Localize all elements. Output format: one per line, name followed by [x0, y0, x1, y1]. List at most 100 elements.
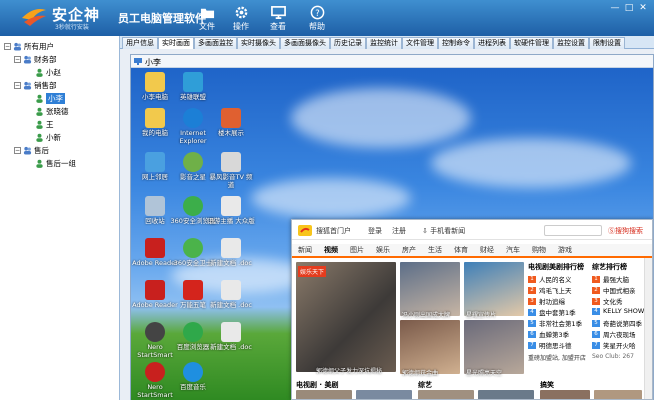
tree-user[interactable]: 小赵: [35, 66, 61, 78]
nav-pictures[interactable]: 图片: [344, 244, 370, 256]
tab-file-manager[interactable]: 文件管理: [402, 37, 438, 49]
video-thumbnail[interactable]: [356, 390, 412, 399]
tree-user[interactable]: 王: [35, 118, 54, 130]
video-thumbnail[interactable]: [540, 390, 590, 399]
video-thumbnail[interactable]: [400, 320, 460, 374]
nav-auto[interactable]: 汽车: [500, 244, 526, 256]
ranking-item[interactable]: 4 KELLY SHOW: [592, 307, 644, 315]
nav-games[interactable]: 游戏: [552, 244, 578, 256]
nav-entertainment[interactable]: 娱乐: [370, 244, 396, 256]
featured-video-thumbnail[interactable]: [296, 262, 396, 372]
collapse-icon[interactable]: −: [14, 55, 21, 63]
tab-realtime-screen[interactable]: 实时画面: [158, 37, 194, 49]
ranking-item[interactable]: 6 血蝉第3季: [528, 329, 569, 339]
ranking-item[interactable]: 3 文化秀: [592, 296, 623, 306]
nav-finance[interactable]: 财经: [474, 244, 500, 256]
nav-video[interactable]: 视频: [318, 244, 344, 256]
toolbar-operate-button[interactable]: 操作: [224, 5, 258, 35]
tab-user-info[interactable]: 用户信息: [122, 37, 158, 49]
toolbar-view-button[interactable]: 查看: [261, 5, 295, 35]
nav-shopping[interactable]: 购物: [526, 244, 552, 256]
tree-user[interactable]: 小新: [35, 131, 61, 143]
tab-multi-camera[interactable]: 多画面摄像头: [280, 37, 330, 49]
browser-scrollbar[interactable]: [644, 258, 652, 399]
ranking-item[interactable]: 1 最强大脑: [592, 274, 629, 284]
video-thumbnail[interactable]: [418, 390, 474, 399]
tab-control-commands[interactable]: 控制命令: [438, 37, 474, 49]
document-icon: [221, 322, 241, 342]
toolbar-file-button[interactable]: 文件: [190, 5, 224, 35]
ranking-item[interactable]: 2 中国式相亲: [592, 285, 636, 295]
tree-group-finance[interactable]: − 财务部: [14, 53, 57, 65]
collapse-icon[interactable]: −: [14, 146, 21, 154]
disc-icon: [145, 322, 165, 342]
tab-restriction-settings[interactable]: 限制设置: [589, 37, 625, 49]
remote-browser-window[interactable]: 搜狐首门户 登录 注册 ⇩ 手机看新闻 Ⓢ搜狗搜索 新闻 视频 图片 娱乐 房产…: [291, 219, 653, 400]
ad-text[interactable]: Seo Club: 267: [592, 353, 634, 360]
ranking-item[interactable]: 3 射功追缉: [528, 296, 565, 306]
tab-realtime-camera[interactable]: 实时摄像头: [237, 37, 280, 49]
tab-process-list[interactable]: 进程列表: [474, 37, 510, 49]
tab-statistics[interactable]: 监控统计: [366, 37, 402, 49]
desktop-icon[interactable]: 百度音乐: [169, 362, 217, 391]
tree-user-selected[interactable]: 小李: [35, 92, 65, 104]
users-icon: [23, 146, 32, 155]
sogou-search-link[interactable]: Ⓢ搜狗搜索: [608, 226, 643, 236]
video-thumbnail[interactable]: [296, 390, 352, 399]
tab-monitor-settings[interactable]: 监控设置: [553, 37, 589, 49]
ranking-item[interactable]: 5 奇葩说第四季: [592, 318, 642, 328]
mobile-news-link[interactable]: ⇩ 手机看新闻: [422, 226, 465, 236]
video-thumbnail[interactable]: [594, 390, 642, 399]
nav-life[interactable]: 生活: [422, 244, 448, 256]
pdf-icon: [145, 238, 165, 258]
ranking-item[interactable]: 4 盘中套第1季: [528, 307, 576, 317]
tree-user[interactable]: 售后一组: [35, 157, 76, 169]
desktop-icon[interactable]: 暴风影音TV 频道: [207, 152, 255, 189]
tab-software-hardware[interactable]: 软硬件管理: [510, 37, 553, 49]
featured-badge: 娱乐天下: [298, 266, 327, 277]
register-link[interactable]: 注册: [392, 226, 406, 236]
desktop-icon[interactable]: 新建文档 .doc: [207, 322, 255, 351]
nav-sports[interactable]: 体育: [448, 244, 474, 256]
game-icon: [183, 72, 203, 92]
browser-icon: [183, 196, 203, 216]
ranking-item[interactable]: 6 周六夜现场: [592, 329, 636, 339]
minimize-button[interactable]: —: [608, 2, 622, 14]
toolbar-help-button[interactable]: ? 帮助: [300, 5, 334, 35]
search-box[interactable]: [544, 225, 602, 236]
tree-user[interactable]: 张晓德: [35, 105, 69, 117]
video-caption: 星耀宣传片: [466, 312, 497, 319]
desktop-icon[interactable]: 新建文档 .doc: [207, 280, 255, 309]
collapse-icon[interactable]: −: [14, 81, 21, 89]
video-thumbnail[interactable]: [464, 262, 524, 316]
collapse-icon[interactable]: −: [4, 42, 11, 50]
maximize-button[interactable]: □: [622, 2, 636, 14]
ranking-item[interactable]: 5 非常社会第1季: [528, 318, 582, 328]
ranking-item[interactable]: 7 明德思斗德: [528, 340, 572, 350]
monitor-icon: [134, 58, 142, 65]
desktop-icon[interactable]: 讯游主播 大众版: [207, 196, 255, 225]
tree-root[interactable]: − 所有用户: [4, 40, 54, 52]
remote-desktop-view[interactable]: 小李电脑 英雄联盟 我的电脑 Internet Explorer 楼木展示 网上…: [131, 68, 653, 400]
desktop-icon[interactable]: 新建文档 .doc: [207, 238, 255, 267]
tab-history[interactable]: 历史记录: [330, 37, 366, 49]
tab-multi-screen[interactable]: 多画面监控: [194, 37, 237, 49]
site-name: 搜狐首门户: [316, 227, 351, 235]
tree-group-aftersales[interactable]: − 售后: [14, 144, 49, 156]
ranking-item[interactable]: 7 笑星开火哈: [592, 340, 636, 350]
login-link[interactable]: 登录: [368, 226, 382, 236]
desktop-icon[interactable]: 楼木展示: [207, 108, 255, 137]
desktop-icon[interactable]: 英雄联盟: [169, 72, 217, 101]
ranking-item[interactable]: 1 人民的名义: [528, 274, 572, 284]
video-thumbnail[interactable]: [464, 320, 524, 374]
nav-house[interactable]: 房产: [396, 244, 422, 256]
tree-group-sales[interactable]: − 销售部: [14, 79, 57, 91]
nav-news[interactable]: 新闻: [292, 244, 318, 256]
ie-icon: [183, 108, 203, 128]
close-button[interactable]: ✕: [636, 2, 650, 14]
ranking-item[interactable]: 2 鸡毛飞上天: [528, 285, 572, 295]
video-thumbnail[interactable]: [478, 390, 534, 399]
video-thumbnail[interactable]: [400, 262, 460, 316]
ad-text[interactable]: 重磅加盟站, 加盟开店: [528, 353, 586, 362]
video-caption: 冯小刚出国成大牌: [402, 312, 451, 319]
